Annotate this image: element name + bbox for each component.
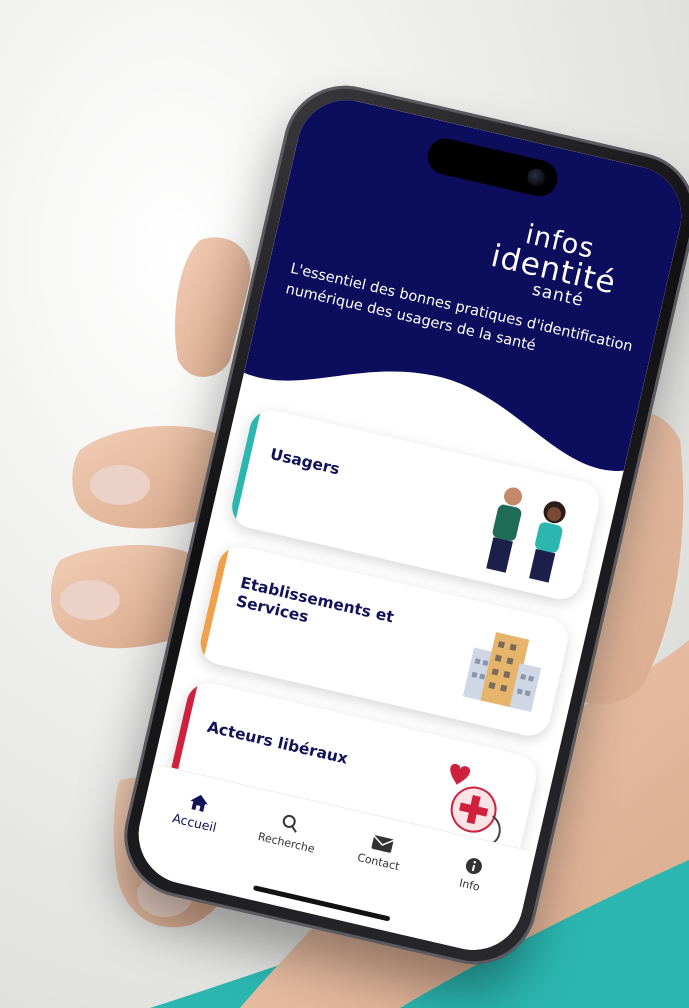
card-accent (196, 542, 231, 661)
tab-accueil[interactable]: Accueil (149, 784, 245, 840)
tab-label: Contact (356, 850, 401, 874)
tab-contact[interactable]: Contact (333, 826, 428, 878)
card-title: Etablissements et Services (234, 573, 396, 627)
tab-label: Info (457, 876, 482, 894)
home-icon (190, 794, 208, 812)
building-illustration (462, 632, 542, 713)
card-accent (227, 406, 262, 525)
people-illustration (486, 487, 566, 583)
search-icon (282, 814, 297, 833)
tab-info[interactable]: Info (424, 847, 520, 901)
tab-label: Recherche (256, 829, 316, 856)
info-icon (465, 858, 482, 875)
mail-icon (371, 835, 394, 853)
card-title: Usagers (268, 445, 342, 479)
tab-recherche[interactable]: Recherche (241, 805, 337, 859)
card-title: Acteurs libéraux (205, 717, 350, 768)
tab-label: Accueil (171, 810, 218, 835)
camera-icon (525, 166, 548, 189)
